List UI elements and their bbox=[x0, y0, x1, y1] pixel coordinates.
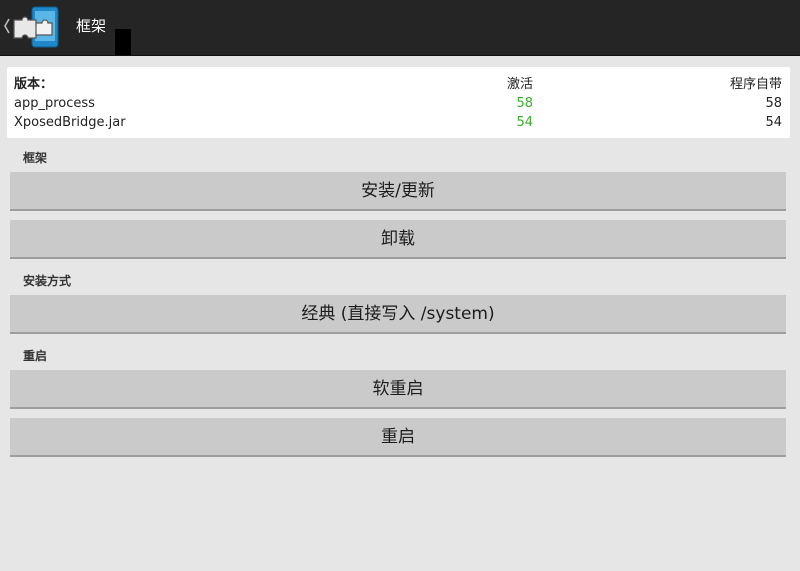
text-cursor bbox=[115, 29, 131, 55]
bundled-column-header: 程序自带 bbox=[729, 77, 782, 92]
section-label-install-mode: 安装方式 bbox=[23, 274, 72, 288]
chevron-left-icon[interactable] bbox=[2, 15, 12, 37]
xposed-puzzle-icon[interactable] bbox=[12, 6, 60, 48]
section-label-reboot: 重启 bbox=[23, 349, 48, 363]
reboot-button[interactable]: 重启 bbox=[10, 418, 786, 457]
active-version: 54 bbox=[516, 115, 533, 130]
section-label-framework: 框架 bbox=[23, 151, 48, 165]
soft-reboot-button[interactable]: 软重启 bbox=[10, 370, 786, 409]
table-row: app_process 58 58 bbox=[14, 94, 782, 113]
component-name: app_process bbox=[14, 96, 95, 111]
classic-install-button[interactable]: 经典 (直接写入 /system) bbox=[10, 295, 786, 334]
active-version: 58 bbox=[516, 96, 533, 111]
install-update-button[interactable]: 安装/更新 bbox=[10, 172, 786, 211]
bundled-version: 54 bbox=[765, 115, 782, 130]
uninstall-button[interactable]: 卸载 bbox=[10, 220, 786, 259]
version-header-row: 版本： 激活 程序自带 bbox=[14, 75, 782, 94]
action-bar: 框架 bbox=[0, 0, 800, 56]
active-column-header: 激活 bbox=[506, 77, 533, 92]
version-info-card: 版本： 激活 程序自带 app_process 58 58 XposedBrid… bbox=[7, 67, 790, 138]
component-name: XposedBridge.jar bbox=[14, 115, 126, 130]
version-label: 版本： bbox=[14, 77, 54, 92]
page-title: 框架 bbox=[76, 17, 107, 35]
table-row: XposedBridge.jar 54 54 bbox=[14, 113, 782, 132]
bundled-version: 58 bbox=[765, 96, 782, 111]
